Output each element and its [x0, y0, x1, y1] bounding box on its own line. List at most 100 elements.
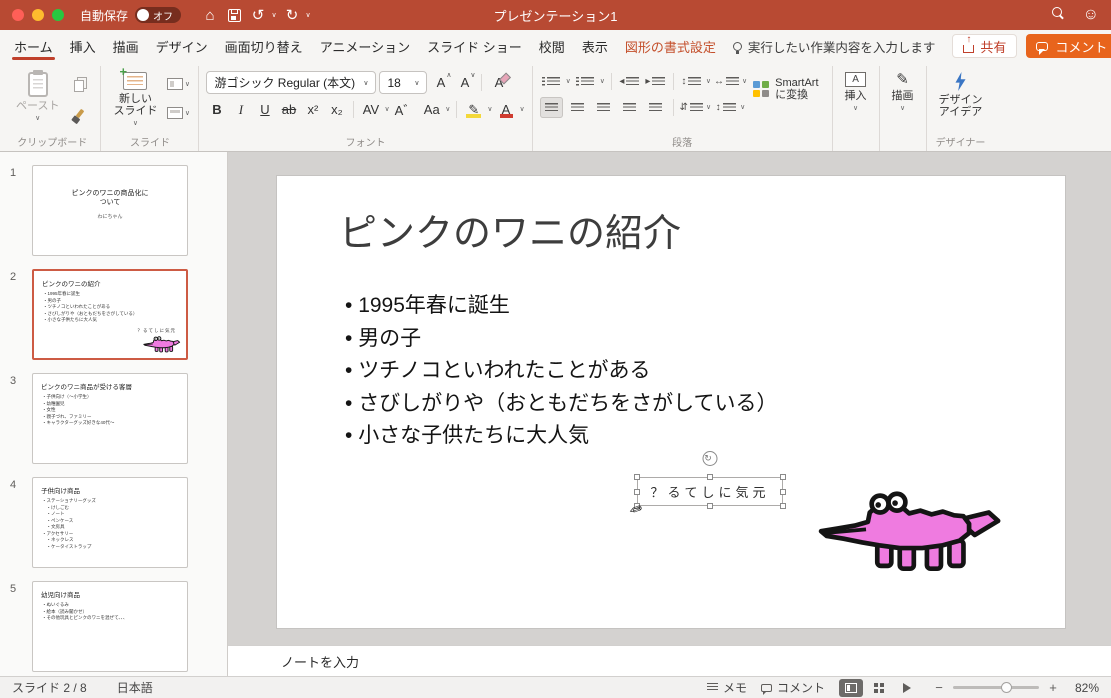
redo-button[interactable]: ↻ — [281, 4, 303, 26]
tab-slideshow[interactable]: スライド ショー — [427, 30, 522, 62]
clear-formatting-button[interactable]: A — [488, 72, 509, 93]
zoom-slider[interactable] — [953, 682, 1039, 693]
resize-handle-e[interactable] — [780, 488, 786, 495]
slide-thumbnail-2-selected[interactable]: ピンクのワニの紹介 ・1995年春に誕生 ・男の子 ・ツチノコといわれたことがあ… — [32, 269, 188, 360]
save-button[interactable] — [223, 4, 245, 26]
resize-handle-s[interactable] — [707, 503, 713, 509]
autosave-toggle[interactable]: オフ — [135, 7, 182, 23]
distribute-button[interactable] — [644, 97, 667, 118]
vertical-align-dropdown[interactable]: ∨ — [706, 104, 711, 111]
character-spacing-button[interactable]: AV — [360, 99, 381, 120]
undo-button[interactable]: ↺ — [247, 4, 269, 26]
slide-thumbnail-5[interactable]: 幼児向け商品 ・ぬいぐるみ ・絵本（読み聞かせ） ・その他玩具とピンクのワニを混… — [32, 581, 188, 672]
bold-button[interactable]: B — [206, 99, 227, 120]
font-color-dropdown[interactable]: ∨ — [520, 106, 525, 113]
slide-section-button[interactable]: ∨ — [165, 102, 191, 124]
zoom-window-button[interactable] — [52, 9, 64, 21]
tab-shape-format[interactable]: 図形の書式設定 — [625, 30, 716, 62]
slide-sorter-view-button[interactable] — [867, 679, 891, 697]
rotate-text-dropdown[interactable]: ∨ — [740, 104, 745, 111]
superscript-button[interactable]: x² — [302, 99, 323, 120]
new-slide-button[interactable]: 新しい スライド ∨ — [108, 64, 162, 130]
slide-thumbnail-3[interactable]: ピンクのワニ商品が受ける客層 ・子供向け（〜小学生） ・幼稚園児 ・女性 ・親子… — [32, 373, 188, 464]
align-right-button[interactable] — [592, 97, 615, 118]
slide-bullet-list[interactable]: 1995年春に誕生 男の子 ツチノコといわれたことがある さびしがりや（おともだ… — [345, 290, 777, 453]
notes-pane[interactable]: ノートを入力 — [228, 645, 1111, 676]
comments-toggle-button[interactable]: コメント — [760, 679, 825, 696]
underline-button[interactable]: U — [254, 99, 275, 120]
spacing-dropdown[interactable]: ∨ — [384, 106, 389, 113]
format-painter-button[interactable] — [67, 102, 93, 124]
vertical-align-button[interactable]: ⇵ — [680, 97, 704, 118]
text-direction-button[interactable]: ↔ — [714, 71, 739, 92]
notes-toggle-button[interactable]: メモ — [706, 679, 747, 696]
tab-animations[interactable]: アニメーション — [320, 30, 410, 62]
slide-layout-button[interactable]: ∨ — [165, 73, 191, 95]
zoom-out-button[interactable]: − — [933, 680, 945, 695]
insert-dropdown[interactable]: ∨ — [853, 105, 858, 112]
draw-button[interactable]: ✎ 描画 ∨ — [887, 69, 919, 115]
close-window-button[interactable] — [12, 9, 24, 21]
slideshow-view-button[interactable] — [895, 679, 919, 697]
increase-font-button[interactable]: A — [430, 71, 452, 93]
tab-review[interactable]: 校閲 — [539, 30, 565, 62]
font-size-combo[interactable]: 18 ∨ — [379, 71, 428, 94]
italic-button[interactable]: I — [230, 99, 251, 120]
change-case-button[interactable]: Aa — [421, 99, 442, 120]
tell-me-box[interactable]: 実行したい作業内容を入力します — [732, 37, 935, 56]
tab-design[interactable]: デザイン — [156, 30, 208, 62]
resize-handle-w[interactable] — [634, 488, 640, 495]
pink-crocodile-image[interactable] — [817, 490, 1005, 579]
search-button[interactable] — [1051, 6, 1065, 25]
copy-button[interactable] — [67, 73, 93, 95]
design-ideas-button[interactable]: デザイン アイデア — [934, 69, 988, 121]
increase-indent-button[interactable]: ▸ — [644, 71, 667, 92]
rotation-handle[interactable]: ↻ — [702, 451, 718, 466]
selected-textbox[interactable]: ？るてしに気元 ↻ — [634, 451, 786, 509]
redo-dropdown[interactable]: ∨ — [303, 11, 313, 19]
tab-draw[interactable]: 描画 — [113, 30, 139, 62]
paste-dropdown[interactable]: ∨ — [35, 115, 40, 122]
account-icon[interactable]: ☺ — [1083, 7, 1099, 23]
resize-handle-n[interactable] — [707, 474, 713, 480]
case-dropdown[interactable]: ∨ — [445, 106, 450, 113]
convert-smartart-button[interactable]: SmartArt に変換 — [747, 69, 824, 109]
undo-dropdown[interactable]: ∨ — [269, 11, 279, 19]
highlight-dropdown[interactable]: ∨ — [487, 106, 492, 113]
line-spacing-button[interactable]: ↕ — [680, 71, 703, 92]
phonetic-guide-button[interactable]: A゛ — [393, 99, 419, 120]
resize-handle-nw[interactable] — [634, 474, 640, 480]
text-highlight-button[interactable]: ✎ — [463, 99, 485, 120]
tab-home[interactable]: ホーム — [12, 30, 55, 62]
home-quick-button[interactable]: ⌂ — [199, 4, 221, 26]
subscript-button[interactable]: x₂ — [326, 99, 347, 120]
bullets-button[interactable] — [540, 71, 563, 92]
draw-dropdown[interactable]: ∨ — [900, 105, 905, 112]
decrease-font-button[interactable]: A — [454, 71, 476, 93]
resize-handle-se[interactable] — [780, 503, 786, 509]
zoom-slider-thumb[interactable] — [1001, 682, 1013, 693]
paste-button[interactable]: ペースト ∨ — [11, 69, 64, 125]
font-color-button[interactable]: A — [495, 99, 517, 120]
insert-textbox-button[interactable]: A 挿入 ∨ — [840, 69, 872, 115]
slide-title[interactable]: ピンクのワニの紹介 — [339, 202, 681, 257]
align-left-button[interactable] — [539, 97, 563, 118]
strikethrough-button[interactable]: ab — [278, 99, 299, 120]
current-slide[interactable]: ピンクのワニの紹介 1995年春に誕生 男の子 ツチノコといわれたことがある さ… — [277, 176, 1065, 628]
numbering-button[interactable] — [574, 71, 597, 92]
minimize-window-button[interactable] — [32, 9, 44, 21]
justify-button[interactable] — [618, 97, 641, 118]
resize-handle-ne[interactable] — [780, 474, 786, 480]
comments-button[interactable]: コメント — [1026, 34, 1111, 58]
zoom-in-button[interactable]: + — [1047, 680, 1059, 695]
rotate-text-button[interactable]: ↕ — [714, 97, 737, 118]
slide-thumbnail-1[interactable]: ピンクのワニの商品化に ついて わにちゃん — [32, 165, 188, 256]
slide-thumbnail-4[interactable]: 子供向け商品 ・ステーショナリーグッズ ・けしごむ ・ノート ・ペンケース ・文… — [32, 477, 188, 568]
tab-view[interactable]: 表示 — [582, 30, 608, 62]
tab-insert[interactable]: 挿入 — [70, 30, 96, 62]
align-center-button[interactable] — [566, 97, 589, 118]
font-family-combo[interactable]: 游ゴシック Regular (本文) ∨ — [206, 71, 377, 94]
tab-transitions[interactable]: 画面切り替え — [225, 30, 303, 62]
bullets-dropdown[interactable]: ∨ — [566, 78, 571, 85]
decrease-indent-button[interactable]: ◂ — [618, 71, 641, 92]
